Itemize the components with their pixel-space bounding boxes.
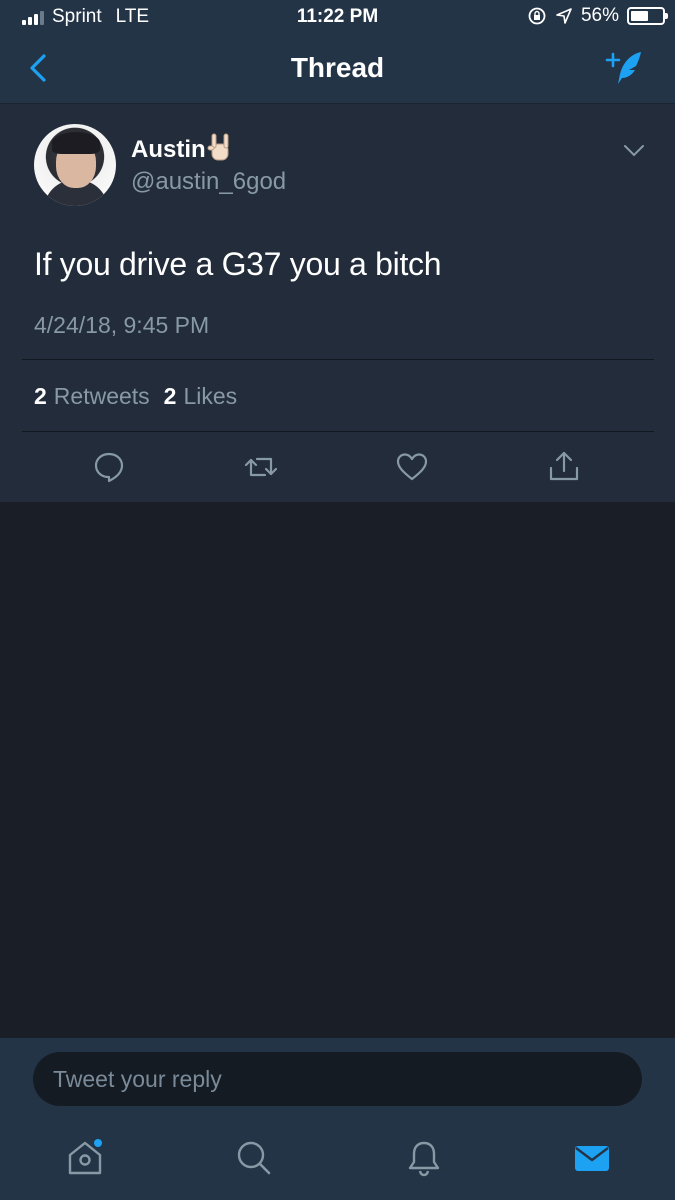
tweet-timestamp: 4/24/18, 9:45 PM xyxy=(34,312,210,338)
user-handle[interactable]: @austin_6god xyxy=(131,168,286,196)
home-icon[interactable] xyxy=(65,1138,105,1178)
notifications-icon[interactable] xyxy=(404,1138,444,1178)
battery-percent: 56% xyxy=(580,5,619,26)
avatar[interactable] xyxy=(34,124,116,206)
likes-label[interactable]: Likes xyxy=(183,383,237,410)
nav-bar: Thread xyxy=(0,34,675,104)
share-icon[interactable] xyxy=(547,450,581,484)
tweet-card: Austin @austin_6god If you drive a G37 y… xyxy=(0,104,675,502)
location-icon xyxy=(556,8,572,24)
status-bar: Sprint LTE 11:22 PM 56% xyxy=(0,0,675,34)
retweets-label[interactable]: Retweets xyxy=(54,383,150,410)
reply-bar xyxy=(0,1038,675,1124)
messages-icon[interactable] xyxy=(572,1138,612,1178)
retweet-icon[interactable] xyxy=(244,450,278,484)
likes-count[interactable]: 2 xyxy=(164,383,177,410)
reply-input[interactable] xyxy=(33,1052,642,1106)
rock-hand-emoji-icon xyxy=(207,133,229,161)
chevron-down-icon[interactable] xyxy=(623,144,645,158)
retweets-count[interactable]: 2 xyxy=(34,383,47,410)
tweet-text: If you drive a G37 you a bitch xyxy=(34,246,442,282)
page-title: Thread xyxy=(290,52,385,83)
reply-icon[interactable] xyxy=(92,450,126,484)
thread-empty-area xyxy=(0,502,675,1038)
status-right: 56% xyxy=(527,5,668,27)
search-icon[interactable] xyxy=(234,1138,274,1178)
tab-bar xyxy=(0,1124,675,1200)
divider xyxy=(22,359,654,360)
tweet-stats: 2 Retweets 2 Likes xyxy=(34,383,237,410)
like-icon[interactable] xyxy=(395,450,429,484)
orientation-lock-icon xyxy=(528,7,546,25)
battery-icon xyxy=(627,7,668,25)
display-name[interactable]: Austin xyxy=(131,136,206,164)
compose-tweet-icon[interactable] xyxy=(601,48,647,88)
divider xyxy=(22,431,654,432)
